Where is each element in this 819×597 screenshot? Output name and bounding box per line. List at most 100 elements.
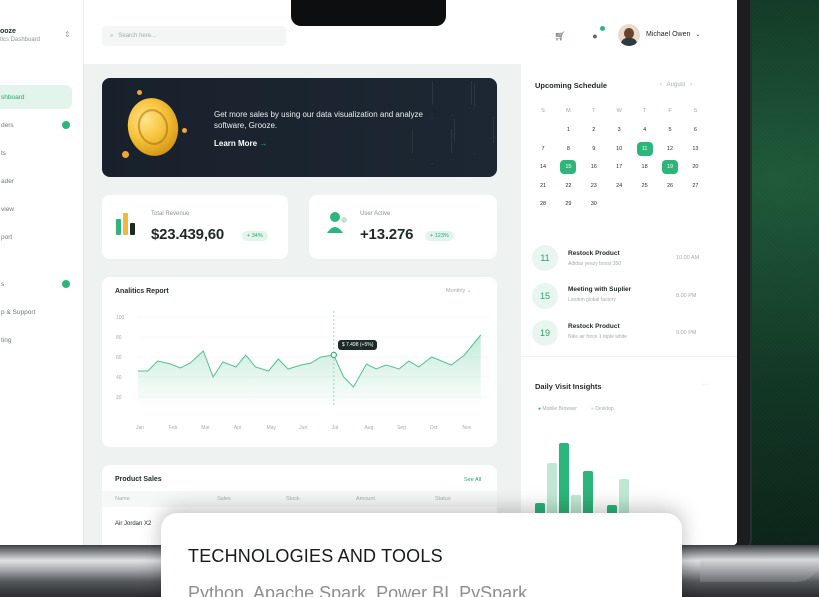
calendar-day[interactable]: 3	[611, 123, 627, 137]
calendar-day[interactable]: 25	[637, 179, 653, 193]
calendar-day[interactable]: 12	[662, 142, 678, 156]
sidebar-item-help-support[interactable]: p & Support	[0, 300, 72, 324]
legend-mobile: ● Mobile Browser	[538, 406, 577, 412]
calendar-day[interactable]: 4	[637, 123, 653, 137]
event-subtitle: Adidas yeezy boost 350	[568, 261, 622, 267]
calendar-day[interactable]: 2	[586, 123, 602, 137]
calendar-day[interactable]: 9	[586, 142, 602, 156]
event-subtitle: London global factory	[568, 297, 616, 303]
product-sales-title: Product Sales	[115, 476, 162, 483]
chevron-down-icon: ⌄	[695, 32, 701, 38]
event-time: 10.00 AM	[676, 255, 700, 261]
sidebar-item-leaderboard[interactable]: ader	[0, 169, 72, 193]
event-title[interactable]: Restock Product	[568, 250, 620, 257]
calendar-day[interactable]: 23	[586, 179, 602, 193]
calendar-day[interactable]: 24	[611, 179, 627, 193]
sidebar-item-label: port	[1, 233, 13, 241]
stat-badge: + 34%	[242, 231, 268, 241]
search-input[interactable]: ⌕ Search here...	[102, 26, 286, 46]
x-tick-label: Jun	[299, 425, 307, 431]
calendar-day[interactable]: 26	[662, 179, 678, 193]
chevron-left-icon[interactable]: ‹	[660, 82, 662, 88]
calendar-day[interactable]: 6	[687, 123, 703, 137]
laptop-base-edge	[700, 560, 819, 582]
x-tick-label: Oct	[430, 425, 438, 431]
see-all-link[interactable]: See All	[464, 477, 481, 483]
calendar-day[interactable]: 14	[535, 160, 551, 174]
calendar-day[interactable]: 28	[535, 197, 551, 211]
calendar-day[interactable]: 22	[560, 179, 576, 193]
calendar-day[interactable]: 11	[636, 141, 653, 156]
laptop-camera-notch	[291, 0, 446, 26]
month-switcher[interactable]: ‹ August ›	[660, 82, 692, 88]
event-title[interactable]: Meeting with Suplier	[568, 286, 631, 293]
column-header-stock: Stock	[286, 496, 300, 502]
user-menu[interactable]: Michael Owen ⌄	[646, 31, 700, 38]
sidebar-item-products[interactable]: ts	[0, 141, 72, 165]
sidebar-collapse-icon[interactable]: ⇕	[64, 30, 71, 39]
sidebar-item-label: shboard	[1, 93, 25, 101]
avatar[interactable]	[618, 24, 640, 46]
chevron-right-icon[interactable]: ›	[690, 82, 692, 88]
calendar-day[interactable]: 21	[535, 179, 551, 193]
sidebar-badge	[62, 121, 70, 129]
calendar-day[interactable]: 15	[560, 160, 577, 174]
calendar-day[interactable]: 8	[560, 142, 576, 156]
promo-text: Get more sales by using our data visuali…	[214, 110, 424, 130]
sidebar-item-label: ders	[1, 121, 14, 129]
y-tick-label: 80	[116, 335, 122, 341]
event-title[interactable]: Restock Product	[568, 323, 620, 330]
visits-legend: ● Mobile Browser ● Desktop	[538, 406, 614, 412]
cart-icon[interactable]: 🛒︎	[551, 27, 569, 45]
weekday-label: T	[592, 108, 596, 114]
event-date: 15	[532, 283, 558, 309]
calendar-day[interactable]: 5	[662, 123, 678, 137]
calendar-day[interactable]: 13	[687, 142, 703, 156]
user-name: Michael Owen	[646, 31, 691, 38]
schedule-title: Upcoming Schedule	[535, 81, 608, 90]
sidebar-item-report[interactable]: port	[0, 225, 72, 249]
brand: ooze tics Dashboard	[0, 28, 40, 43]
sidebar-item-review[interactable]: view	[0, 197, 72, 221]
revenue-chart-icon	[116, 213, 135, 235]
stat-label: Total Revenue	[151, 211, 190, 217]
sidebar-item-setting[interactable]: ting	[0, 328, 72, 352]
notification-dot	[600, 26, 605, 31]
analytics-card: Analitics Report Monthly ⌄ 100 80 60 40 20 Ja…	[102, 277, 497, 447]
calendar-day[interactable]: 17	[611, 160, 627, 174]
event-subtitle: Nike air force 1 triple white	[568, 334, 627, 340]
calendar-day[interactable]: 16	[586, 160, 602, 174]
weekday-label: W	[616, 108, 622, 114]
sidebar-item-label: ts	[1, 149, 7, 157]
arrow-right-icon: →	[259, 139, 268, 148]
sidebar-item-label: s	[1, 280, 5, 288]
calendar-day[interactable]: 27	[687, 179, 703, 193]
event-date: 11	[532, 245, 558, 271]
calendar-day[interactable]: 20	[687, 160, 703, 174]
calendar-day[interactable]: 10	[611, 142, 627, 156]
sidebar-badge	[62, 280, 70, 288]
table-row[interactable]: Air Jordan X2	[115, 521, 151, 527]
x-tick-label: Apr	[234, 425, 242, 431]
calendar-day[interactable]: 1	[560, 123, 576, 137]
sidebar-item-dashboard[interactable]: shboard	[0, 85, 72, 109]
more-icon[interactable]: ···	[702, 381, 709, 388]
calendar-day[interactable]: 18	[637, 160, 653, 174]
calendar-day[interactable]: 19	[662, 160, 678, 174]
calendar-day[interactable]: 7	[535, 142, 551, 156]
column-header-amount: Amount	[356, 496, 375, 502]
calendar-day[interactable]: 29	[560, 197, 576, 211]
learn-more-link[interactable]: Learn More →	[214, 139, 267, 148]
y-tick-label: 20	[116, 395, 122, 401]
users-icon	[327, 212, 347, 233]
stat-value: $23.439,60	[151, 226, 225, 243]
x-tick-label: Mar	[201, 425, 210, 431]
brand-subtitle: tics Dashboard	[0, 37, 41, 43]
x-tick-label: Jan	[136, 425, 144, 431]
learn-more-label: Learn More	[214, 139, 258, 148]
calendar-day[interactable]: 30	[586, 197, 602, 211]
column-header-sales: Sales	[217, 496, 231, 502]
highlight-point[interactable]	[330, 351, 338, 359]
stat-card-users: User Active +13.276 + 123%	[309, 195, 497, 259]
sidebar-item-label: ting	[1, 336, 12, 344]
